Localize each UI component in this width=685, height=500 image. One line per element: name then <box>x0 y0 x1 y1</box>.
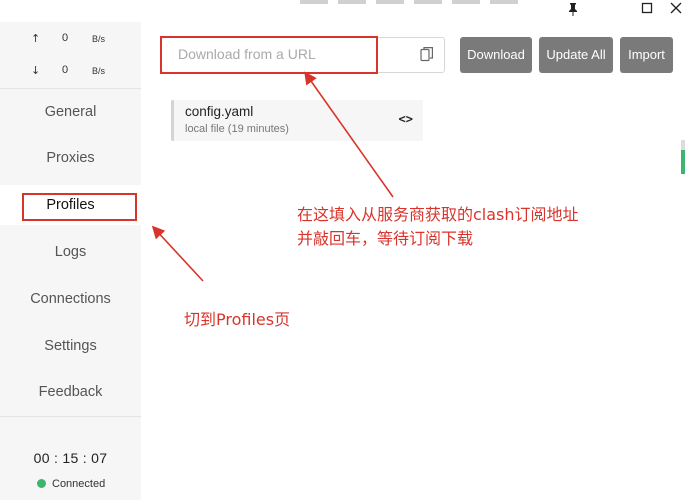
url-hint-line1: 在这填入从服务商获取的clash订阅地址 <box>297 205 579 224</box>
profiles-hint-annotation: 切到Profiles页 <box>184 310 291 329</box>
url-hint-annotation: 在这填入从服务商获取的clash订阅地址 并敲回车，等待订阅下载 <box>297 203 579 251</box>
arrow-to-url-input <box>304 71 394 198</box>
arrow-to-profiles <box>151 225 204 282</box>
url-hint-line2: 并敲回车，等待订阅下载 <box>297 229 474 248</box>
